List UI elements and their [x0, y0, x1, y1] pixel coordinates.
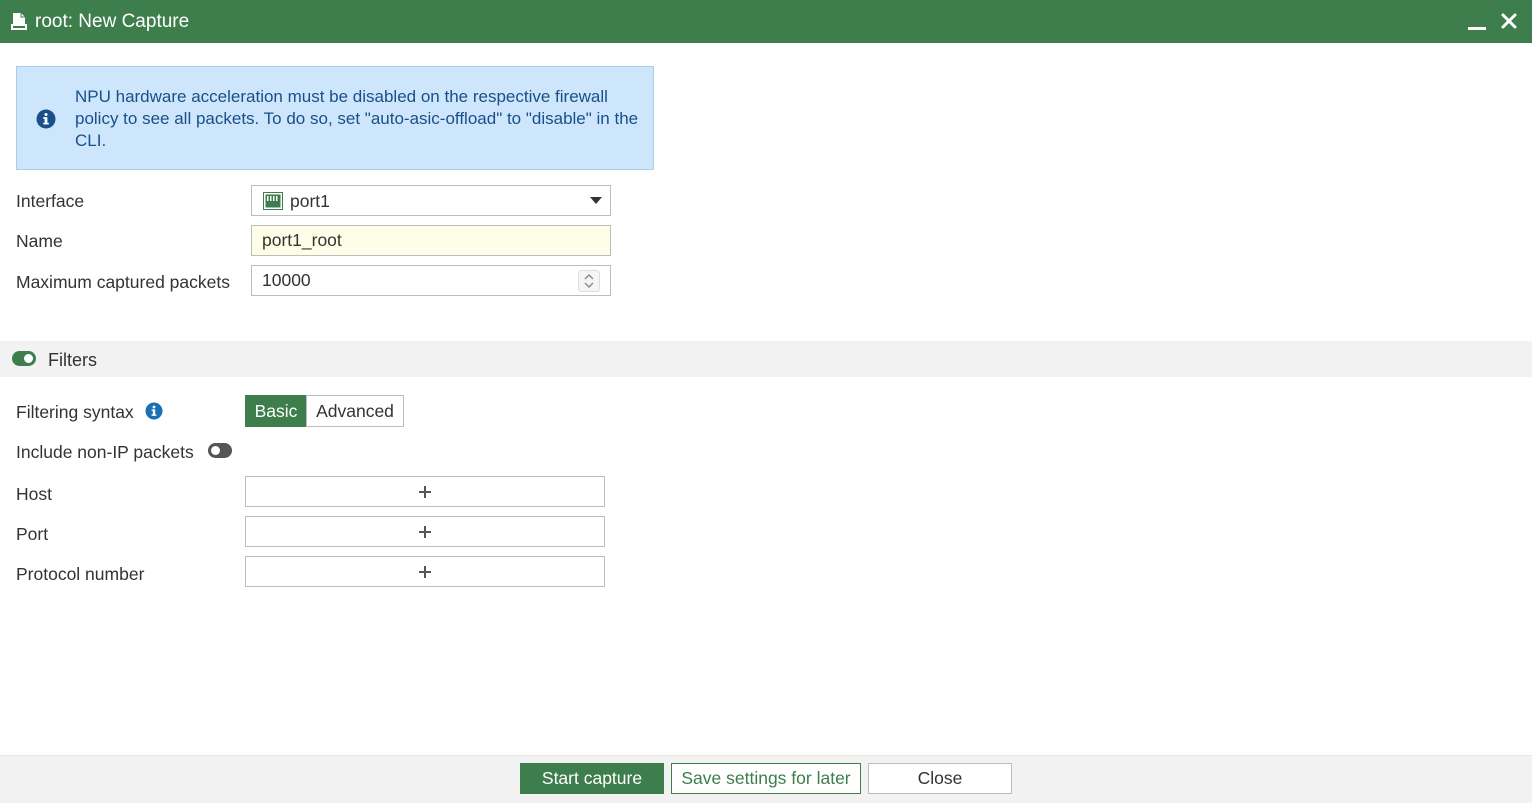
host-label: Host: [16, 484, 52, 504]
chevron-down-icon: [590, 197, 602, 204]
number-stepper-icon[interactable]: [578, 270, 600, 292]
close-button[interactable]: Close: [868, 763, 1012, 794]
save-settings-button[interactable]: Save settings for later: [671, 763, 861, 794]
info-icon[interactable]: [145, 402, 163, 420]
max-packets-label: Maximum captured packets: [16, 272, 230, 292]
host-add-field[interactable]: [245, 476, 605, 507]
notice-text: NPU hardware acceleration must be disabl…: [75, 87, 639, 150]
minimize-icon[interactable]: [1466, 14, 1488, 32]
interface-select[interactable]: port1: [251, 185, 611, 216]
filtering-syntax-label: Filtering syntax: [16, 402, 134, 422]
filters-section-bar: [0, 341, 1532, 377]
window-title: root: New Capture: [35, 11, 190, 32]
port-add-field[interactable]: [245, 516, 605, 547]
plus-icon: [419, 526, 431, 538]
info-icon: [36, 109, 56, 129]
non-ip-label: Include non-IP packets: [16, 442, 194, 462]
plus-icon: [419, 566, 431, 578]
port-label: Port: [16, 524, 49, 544]
title-bar: root: New Capture: [0, 0, 1532, 43]
non-ip-toggle[interactable]: [208, 443, 232, 458]
start-capture-button[interactable]: Start capture: [520, 763, 664, 794]
interface-value: port1: [290, 191, 330, 211]
filters-toggle[interactable]: [12, 351, 36, 366]
name-field[interactable]: [251, 225, 611, 256]
syntax-basic-button[interactable]: Basic: [245, 395, 307, 427]
capture-document-icon: [11, 13, 27, 30]
plus-icon: [419, 486, 431, 498]
filters-section-title: Filters: [48, 350, 97, 370]
name-label: Name: [16, 231, 63, 251]
network-port-icon: [263, 192, 283, 210]
protocol-number-label: Protocol number: [16, 564, 145, 584]
interface-label: Interface: [16, 191, 85, 211]
protocol-number-add-field[interactable]: [245, 556, 605, 587]
max-packets-input[interactable]: [251, 265, 611, 296]
close-icon[interactable]: [1499, 11, 1519, 31]
syntax-advanced-button[interactable]: Advanced: [306, 395, 404, 427]
npu-notice: NPU hardware acceleration must be disabl…: [16, 66, 654, 170]
